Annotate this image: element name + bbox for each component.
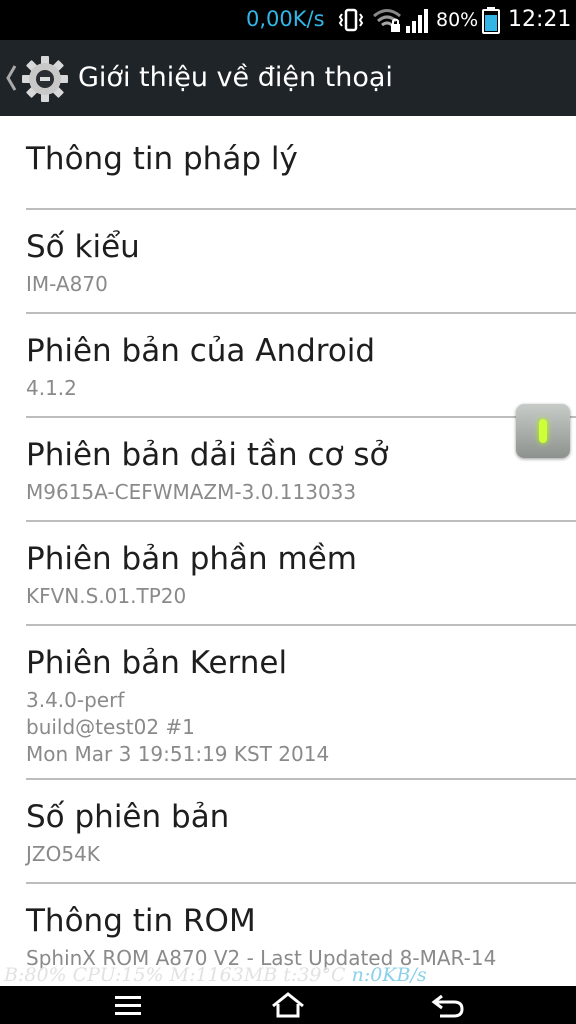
item-title: Phiên bản phần mềm (26, 541, 357, 577)
navigation-bar (0, 986, 576, 1024)
list-item-software-version[interactable]: Phiên bản phần mềm KFVN.S.01.TP20 (26, 522, 576, 626)
item-value: M9615A-CEFWMAZM-3.0.113033 (26, 480, 357, 504)
item-title: Thông tin pháp lý (26, 141, 298, 177)
list-item-kernel-version[interactable]: Phiên bản Kernel 3.4.0-perf build@test02… (26, 626, 576, 780)
overlay-stats: B:80% CPU:15% M:1163MB t:39°C (4, 964, 346, 986)
item-value-line: 3.4.0-perf (26, 688, 125, 712)
item-title: Số phiên bản (26, 799, 230, 835)
action-bar: Giới thiệu về điện thoại (0, 40, 576, 116)
item-title: Phiên bản dải tần cơ sở (26, 437, 389, 473)
item-value: IM-A870 (26, 272, 108, 296)
list-item-build-number[interactable]: Số phiên bản JZO54K (26, 780, 576, 884)
item-value-line: Mon Mar 3 19:51:19 KST 2014 (26, 742, 330, 766)
page-title: Giới thiệu về điện thoại (78, 62, 393, 93)
list-item-model-number[interactable]: Số kiểu IM-A870 (26, 210, 576, 314)
list-item-baseband-version[interactable]: Phiên bản dải tần cơ sở M9615A-CEFWMAZM-… (26, 418, 576, 522)
about-phone-list: Thông tin pháp lý Số kiểu IM-A870 Phiên … (0, 116, 576, 986)
item-title: Phiên bản của Android (26, 333, 376, 369)
item-value: JZO54K (26, 842, 100, 866)
settings-gear-icon[interactable] (20, 54, 70, 104)
floating-side-handle[interactable] (516, 404, 570, 458)
item-title: Thông tin ROM (26, 903, 256, 939)
overlay-network: n:0KB/s (351, 964, 427, 986)
item-title: Số kiểu (26, 229, 140, 265)
list-item-legal-info[interactable]: Thông tin pháp lý (26, 116, 576, 210)
signal-icon (406, 9, 428, 33)
wifi-icon (373, 9, 401, 32)
status-bar: 0,00K/s 80% 12:21 (0, 0, 576, 40)
back-icon[interactable] (418, 990, 478, 1020)
item-value: KFVN.S.01.TP20 (26, 584, 187, 608)
battery-icon (482, 7, 500, 34)
clock: 12:21 (508, 7, 572, 32)
system-monitor-overlay: B:80% CPU:15% M:1163MB t:39°C n:0KB/s (4, 964, 427, 986)
network-speed: 0,00K/s (246, 7, 325, 31)
item-value: 4.1.2 (26, 376, 77, 400)
menu-icon[interactable] (98, 990, 158, 1020)
item-value-line: build@test02 #1 (26, 715, 195, 739)
handle-indicator-icon (539, 419, 547, 443)
home-icon[interactable] (258, 990, 318, 1020)
vibrate-icon (338, 8, 364, 32)
item-title: Phiên bản Kernel (26, 645, 288, 681)
back-chevron-icon[interactable] (4, 62, 18, 94)
list-item-android-version[interactable]: Phiên bản của Android 4.1.2 (26, 314, 576, 418)
battery-percent: 80% (436, 9, 479, 31)
